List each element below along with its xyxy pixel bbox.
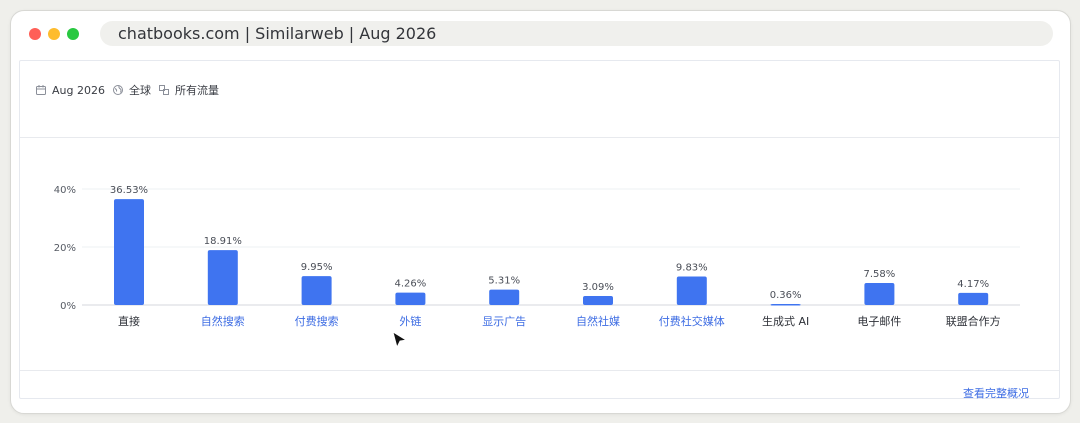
y-tick-label: 0% [60, 301, 76, 312]
traffic-filter[interactable]: 所有流量 [158, 82, 219, 98]
data-label: 7.58% [864, 269, 896, 280]
traffic-source-icon [158, 85, 169, 95]
y-tick-label: 20% [54, 243, 76, 254]
data-label: 9.83% [676, 262, 708, 273]
data-label: 3.09% [582, 282, 614, 293]
bar [489, 289, 520, 305]
traffic-filter-label: 所有流量 [174, 84, 219, 97]
bar [770, 303, 801, 306]
category-label[interactable]: 付费搜索 [295, 314, 339, 328]
bar-chart: 0% 20% 40% 36.53% 直接 18.91% 自然搜索 9.95% 付费搜索 4.26%… [54, 185, 1020, 328]
close-window-button[interactable] [29, 28, 41, 40]
mouse-cursor-icon [392, 331, 408, 349]
category-label[interactable]: 显示广告 [482, 315, 526, 328]
category-label[interactable]: 外链 [399, 314, 421, 328]
category-label: 电子邮件 [857, 315, 901, 328]
filter-bar: Aug 2026 全球 所有流量 [35, 82, 226, 98]
category-label: 联盟合作方 [946, 314, 1001, 328]
category-label: 直接 [118, 314, 140, 328]
bar [958, 292, 989, 305]
minimize-window-button[interactable] [48, 28, 60, 40]
region-filter[interactable]: 全球 [112, 82, 151, 98]
data-label: 4.26% [395, 279, 427, 290]
bar [395, 292, 426, 305]
category-label[interactable]: 自然搜索 [201, 314, 245, 328]
category-label[interactable]: 自然社媒 [576, 314, 620, 328]
data-label: 9.95% [301, 262, 333, 273]
view-full-overview-link[interactable]: 查看完整概况 [963, 385, 1029, 401]
footer-divider [20, 370, 1059, 371]
traffic-channels-card: Aug 2026 全球 所有流量 0% 20% 40% 36.53% 直接 18.91% 自… [19, 60, 1061, 401]
bar [301, 276, 332, 305]
category-label[interactable]: 付费社交媒体 [659, 314, 725, 328]
data-label: 5.31% [488, 276, 520, 287]
calendar-icon [36, 85, 46, 95]
traffic-channels-chart: 0% 20% 40% 36.53% 直接 18.91% 自然搜索 9.95% 付费搜索 4.26%… [20, 137, 1061, 370]
address-bar[interactable]: chatbooks.com | Similarweb | Aug 2026 [100, 21, 1053, 46]
bar [864, 283, 895, 305]
bar [676, 276, 707, 305]
maximize-window-button[interactable] [67, 28, 79, 40]
data-label: 36.53% [110, 185, 148, 196]
data-label: 18.91% [204, 236, 242, 247]
data-label: 4.17% [957, 279, 989, 290]
bar [207, 250, 238, 305]
category-label: 生成式 AI [762, 314, 809, 328]
bar [114, 199, 144, 305]
globe-icon [112, 85, 123, 95]
region-filter-label: 全球 [128, 84, 151, 97]
y-tick-label: 40% [54, 185, 76, 196]
browser-window: chatbooks.com | Similarweb | Aug 2026 Au… [10, 10, 1071, 414]
date-filter-label: Aug 2026 [52, 83, 105, 97]
data-label: 0.36% [770, 290, 802, 301]
date-filter[interactable]: Aug 2026 [35, 84, 105, 97]
bar [583, 296, 613, 305]
